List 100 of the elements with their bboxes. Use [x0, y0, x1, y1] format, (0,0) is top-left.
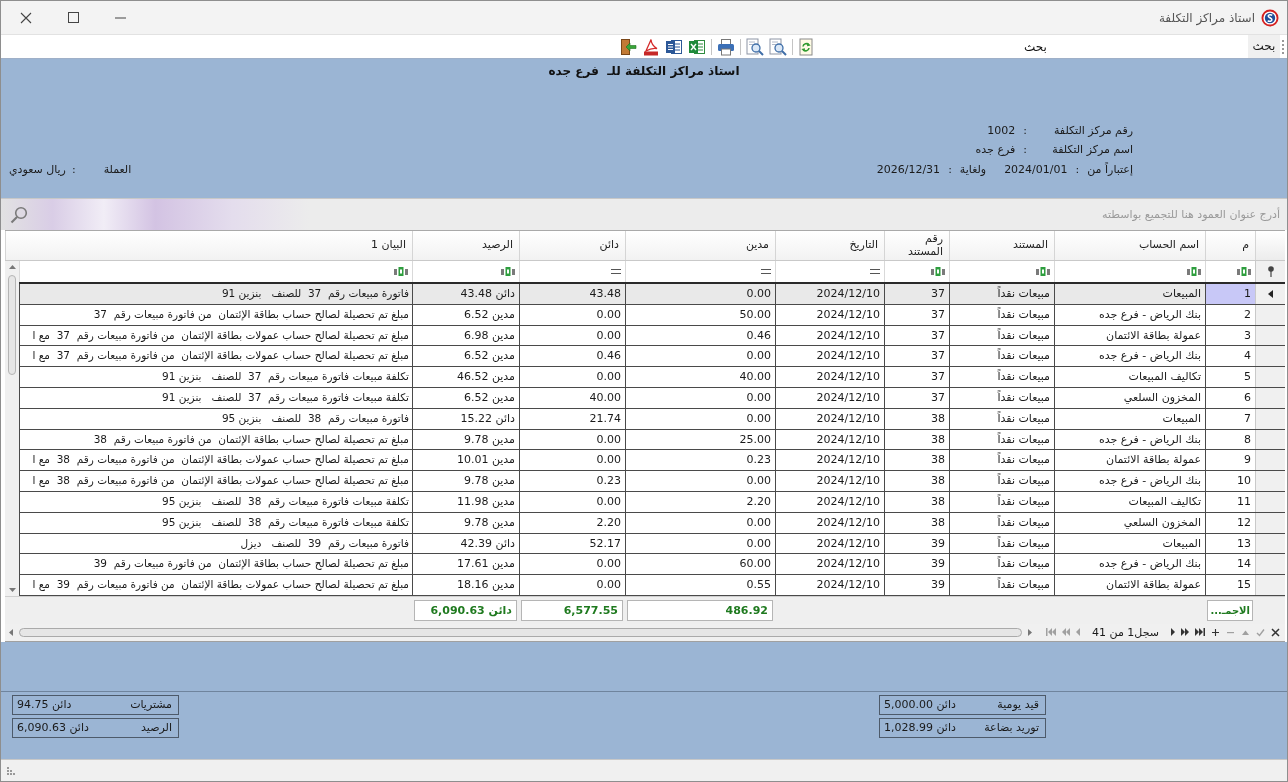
table-cell: 15 — [1205, 575, 1255, 595]
exit-door-icon[interactable] — [619, 37, 637, 56]
info-value: 2026/12/31 — [876, 162, 941, 176]
search-icon[interactable] — [10, 205, 28, 224]
maximize-icon[interactable] — [68, 12, 79, 23]
table-cell: 2024/12/10 — [775, 491, 884, 512]
summary-value: 6,090.63 دائن — [17, 721, 89, 735]
table-cell: مبيعات نقداً — [949, 325, 1054, 346]
resize-grip-icon[interactable] — [7, 766, 15, 775]
table-cell: مبيعات نقداً — [949, 575, 1054, 595]
info-label: العملة — [103, 162, 132, 176]
column-header[interactable]: م — [1205, 231, 1255, 260]
table-cell: 50.00 — [625, 304, 775, 325]
info-colon: : — [948, 162, 952, 176]
table-cell: مبيعات نقداً — [949, 367, 1054, 387]
table-cell: مبيعات نقداً — [949, 284, 1054, 304]
document-icon[interactable] — [665, 37, 683, 56]
table-cell: 37 — [884, 367, 949, 387]
magnifier-page-icon[interactable] — [769, 37, 787, 56]
magnifier-page-icon[interactable] — [746, 37, 764, 56]
column-header[interactable]: دائن — [519, 231, 625, 260]
table-cell: بنك الرياض - فرع جده — [1054, 554, 1205, 575]
table-cell: 0.00 — [625, 533, 775, 554]
table-cell: 18.16 مدين — [412, 575, 519, 595]
refresh-icon[interactable] — [798, 37, 814, 56]
summary-label: قيد يومية — [997, 698, 1039, 712]
table-cell: مبيعات نقداً — [949, 429, 1054, 450]
row-indicator — [1255, 429, 1285, 450]
record-counter: سجل1 من 41 — [1092, 625, 1159, 639]
table-cell: 1 — [1205, 284, 1255, 304]
right-arrow-icon[interactable] — [1028, 628, 1033, 636]
table-cell: بنك الرياض - فرع جده — [1054, 429, 1205, 450]
up-arrow-icon[interactable] — [8, 265, 16, 269]
double-right-bar-icon[interactable] — [1195, 628, 1205, 637]
spreadsheet-icon[interactable] — [688, 37, 706, 56]
equals-icon — [761, 269, 771, 274]
table-cell: 7 — [1205, 408, 1255, 429]
info-value: ريال سعودي — [9, 162, 66, 176]
table-cell: 12 — [1205, 512, 1255, 533]
equals-icon — [611, 269, 621, 274]
horizontal-scrollbar[interactable] — [19, 627, 1023, 637]
column-header[interactable]: الرصيد — [412, 231, 519, 260]
table-cell: 37 — [884, 325, 949, 346]
table-cell: 39 — [884, 533, 949, 554]
table-cell: 37 — [884, 388, 949, 408]
pin-icon[interactable] — [1266, 266, 1275, 277]
double-right-icon[interactable] — [1181, 628, 1189, 637]
row-indicator — [1255, 512, 1285, 533]
column-header[interactable]: التاريخ — [775, 231, 884, 260]
table-cell: المبيعات — [1054, 284, 1205, 304]
text-filter-icon — [501, 267, 515, 276]
table-cell: تكاليف المبيعات — [1054, 367, 1205, 387]
table-cell: 10.01 مدين — [412, 450, 519, 471]
plus-icon[interactable] — [1211, 627, 1220, 637]
table-cell: 0.00 — [625, 346, 775, 367]
table-cell: 9.78 مدين — [412, 471, 519, 491]
down-arrow-icon[interactable] — [8, 587, 16, 592]
table-cell: 0.00 — [519, 491, 625, 512]
table-cell: عمولة بطاقة الائتمان — [1054, 325, 1205, 346]
table-cell: 11.98 مدين — [412, 491, 519, 512]
left-arrow-icon[interactable] — [9, 628, 13, 636]
table-cell: بنك الرياض - فرع جده — [1054, 304, 1205, 325]
text-filter-icon — [1187, 267, 1201, 276]
right-triangle-icon[interactable] — [1171, 628, 1175, 637]
row-indicator — [1255, 346, 1285, 367]
column-header[interactable]: المستند — [949, 231, 1054, 260]
summary-label: مشتريات — [130, 698, 172, 712]
column-header[interactable]: رقم المستند — [884, 231, 949, 260]
total-value: 6,577.55 — [521, 599, 623, 621]
table-cell: 0.55 — [625, 575, 775, 595]
table-cell: عمولة بطاقة الائتمان — [1054, 450, 1205, 471]
summary-value: 5,000.00 دائن — [884, 698, 956, 712]
pdf-icon[interactable] — [642, 37, 660, 56]
minimize-icon[interactable] — [115, 16, 126, 19]
row-indicator — [1255, 491, 1285, 512]
row-indicator — [1255, 450, 1285, 471]
table-cell: 2024/12/10 — [775, 554, 884, 575]
table-cell: 25.00 — [625, 429, 775, 450]
table-cell: 2.20 — [519, 512, 625, 533]
info-colon: : — [1023, 143, 1027, 157]
table-cell: 2024/12/10 — [775, 471, 884, 491]
table-cell: المخزون السلعي — [1054, 388, 1205, 408]
table-cell: 0.00 — [625, 408, 775, 429]
table-cell: 39 — [884, 575, 949, 595]
table-cell: 21.74 — [519, 408, 625, 429]
table-cell: 0.00 — [519, 325, 625, 346]
x-icon[interactable] — [1271, 627, 1280, 637]
printer-icon[interactable] — [717, 37, 735, 56]
table-cell: 0.00 — [519, 304, 625, 325]
close-icon[interactable] — [20, 11, 32, 24]
table-cell: 0.23 — [625, 450, 775, 471]
column-header[interactable]: اسم الحساب — [1054, 231, 1205, 260]
table-cell: 11 — [1205, 491, 1255, 512]
column-header[interactable]: مدين — [625, 231, 775, 260]
column-header[interactable]: البيان 1 — [5, 231, 412, 260]
table-cell: 2024/12/10 — [775, 367, 884, 387]
table-cell: 0.00 — [625, 512, 775, 533]
scrollbar-thumb[interactable] — [8, 275, 16, 375]
vertical-scrollbar[interactable] — [5, 261, 19, 596]
table-cell: 37 — [884, 346, 949, 367]
